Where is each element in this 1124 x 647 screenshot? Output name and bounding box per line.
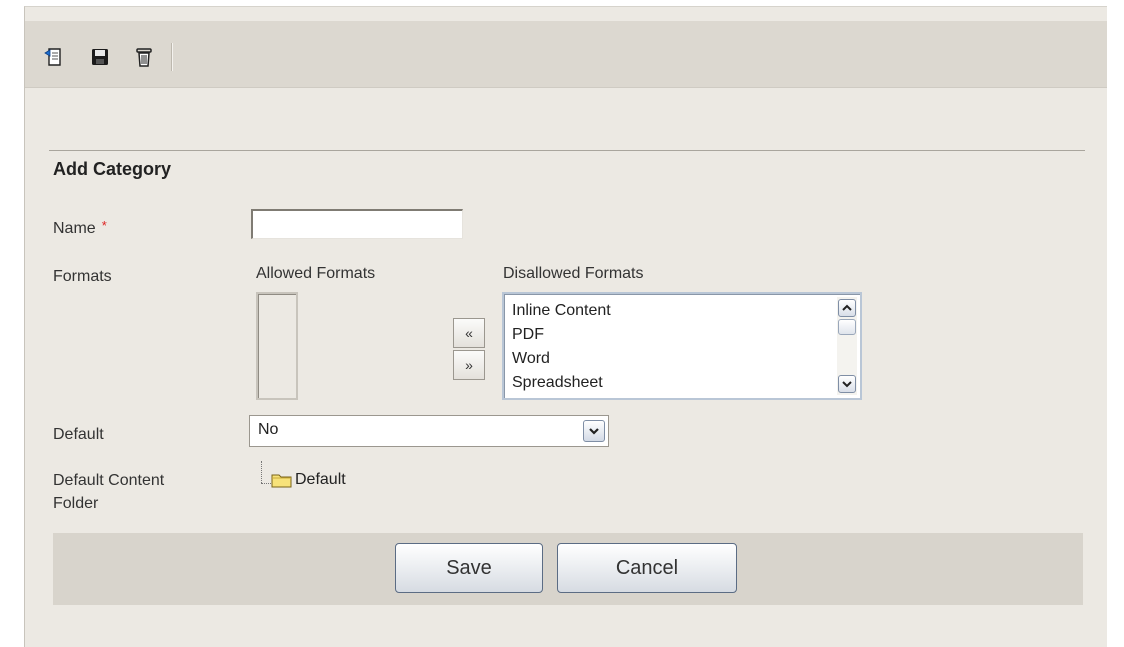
folder-label-line2: Folder [53, 495, 99, 512]
name-input[interactable] [251, 209, 463, 239]
back-page-icon[interactable] [43, 45, 65, 69]
formats-label: Formats [53, 268, 112, 285]
toolbar-separator [171, 43, 173, 71]
folder-label: Default Content Folder [53, 469, 164, 515]
folder-icon [271, 471, 293, 489]
category-panel: Add Category Name * Formats Allowed Forma… [24, 6, 1107, 647]
scroll-thumb[interactable] [838, 319, 856, 335]
default-select-value: No [258, 421, 279, 438]
toolbar [25, 21, 1107, 88]
section-divider [49, 150, 1085, 151]
scroll-up-icon[interactable] [838, 299, 856, 317]
list-item[interactable]: PDF [512, 323, 611, 347]
default-label: Default [53, 426, 104, 443]
folder-tree-node[interactable]: Default [271, 471, 346, 489]
trash-icon[interactable] [133, 45, 155, 69]
default-select[interactable]: No [249, 415, 609, 447]
folder-label-line1: Default Content [53, 472, 165, 489]
disallowed-formats-list[interactable]: Inline Content PDF Word Spreadsheet [502, 292, 862, 400]
action-bar: Save Cancel [53, 533, 1083, 605]
list-scrollbar[interactable] [837, 297, 857, 395]
name-label: Name * [53, 217, 107, 240]
move-to-allowed-button[interactable]: « [453, 318, 485, 348]
disallowed-formats-heading: Disallowed Formats [503, 265, 644, 282]
list-item[interactable]: Inline Content [512, 299, 611, 323]
scroll-down-icon[interactable] [838, 375, 856, 393]
allowed-formats-list[interactable] [256, 292, 298, 400]
save-button[interactable]: Save [395, 543, 543, 593]
list-item[interactable]: Word [512, 347, 611, 371]
cancel-button[interactable]: Cancel [557, 543, 737, 593]
folder-node-label: Default [295, 471, 346, 488]
list-item[interactable]: Spreadsheet [512, 371, 611, 395]
disallowed-items: Inline Content PDF Word Spreadsheet [512, 299, 611, 395]
save-icon[interactable] [89, 45, 111, 69]
move-to-disallowed-button[interactable]: » [453, 350, 485, 380]
tree-line [261, 483, 271, 484]
allowed-formats-heading: Allowed Formats [256, 265, 376, 282]
page-title: Add Category [53, 159, 172, 179]
required-marker: * [101, 218, 107, 233]
chevron-down-icon[interactable] [583, 420, 605, 442]
name-label-text: Name [53, 220, 96, 237]
tree-line [261, 461, 262, 483]
